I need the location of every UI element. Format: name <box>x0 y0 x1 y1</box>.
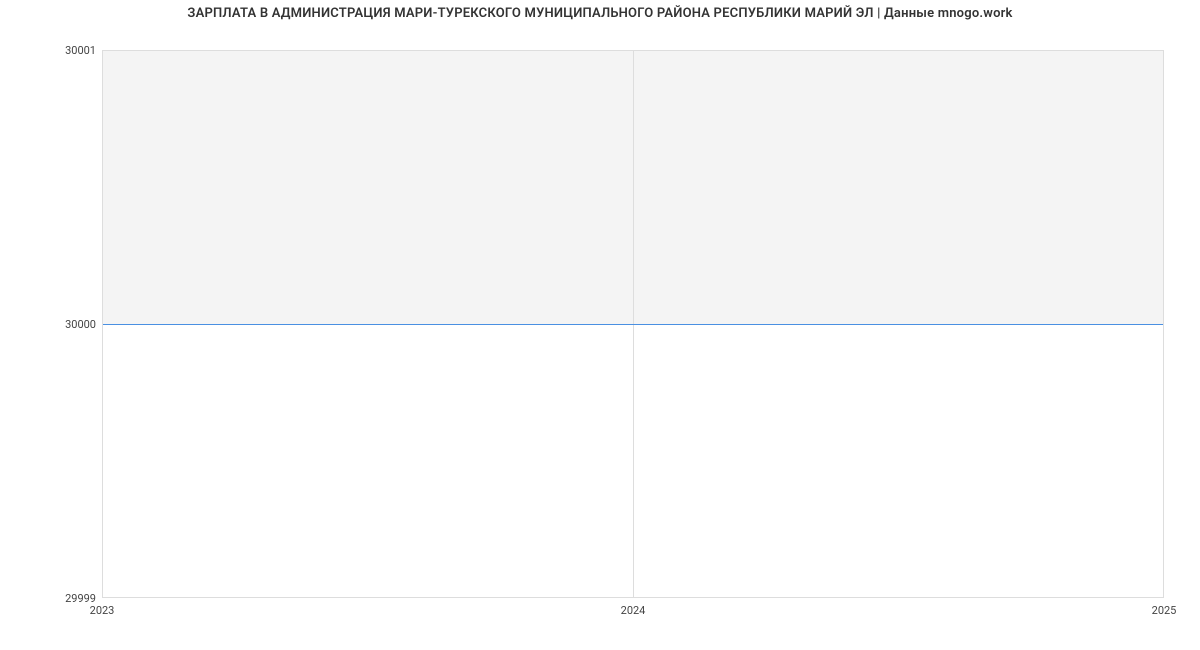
y-tick-label: 30000 <box>6 318 96 331</box>
x-tick-label: 2024 <box>621 604 646 617</box>
series-line-salary <box>103 324 1163 325</box>
y-tick-label: 29999 <box>6 592 96 605</box>
chart-title: ЗАРПЛАТА В АДМИНИСТРАЦИЯ МАРИ-ТУРЕКСКОГО… <box>0 6 1200 21</box>
plot-area <box>102 50 1164 598</box>
x-tick-label: 2023 <box>90 604 115 617</box>
x-tick-label: 2025 <box>1152 604 1177 617</box>
y-tick-label: 30001 <box>6 44 96 57</box>
